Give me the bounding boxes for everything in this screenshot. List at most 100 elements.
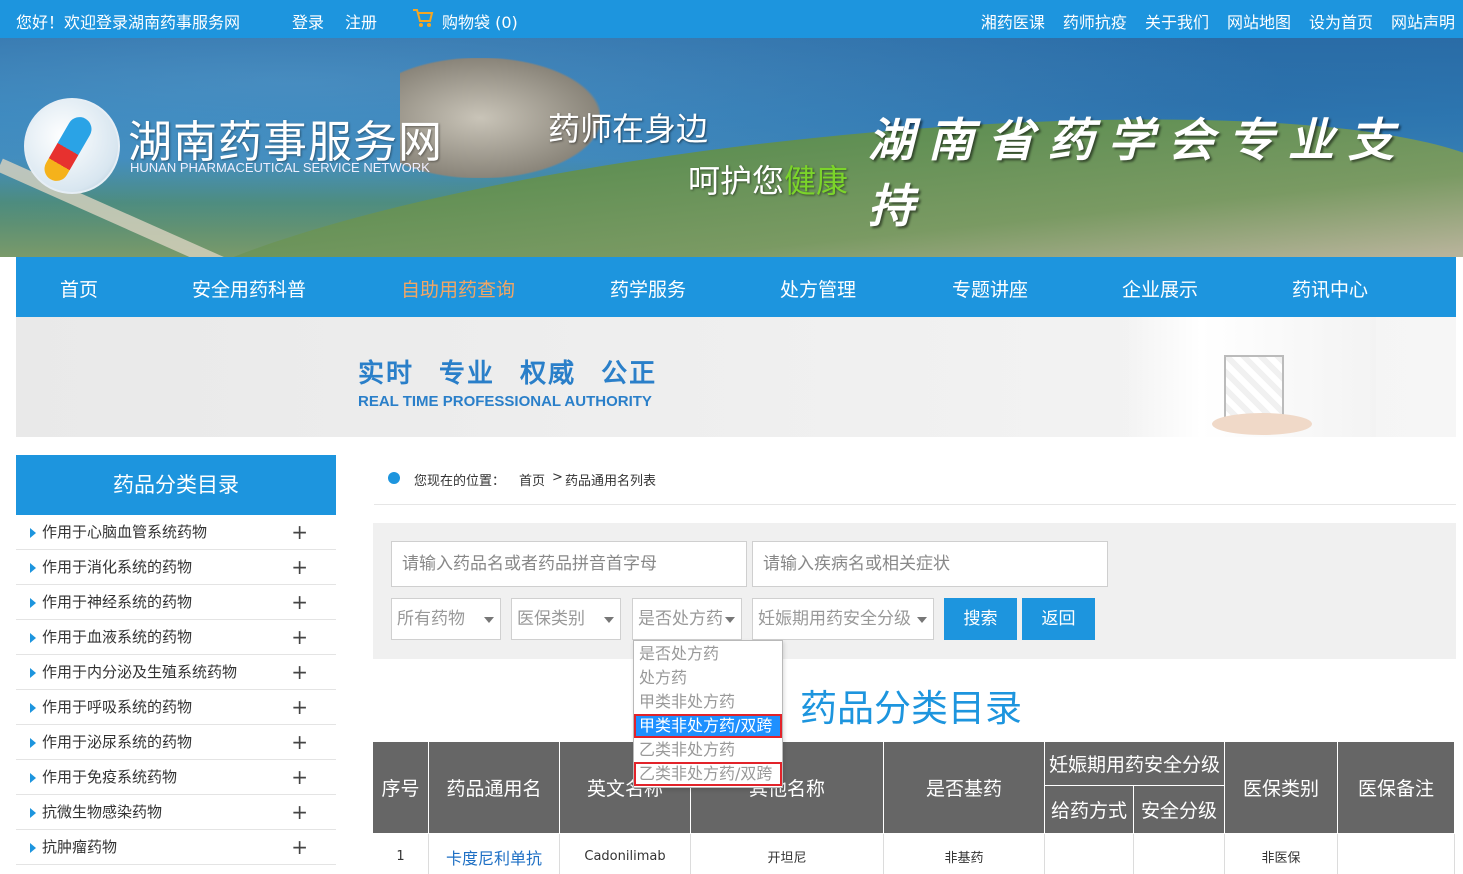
top-link-about[interactable]: 关于我们 <box>1145 9 1209 33</box>
banner-support-text: 湖南省药学会专业支持 <box>868 113 1408 233</box>
triangle-right-icon <box>30 668 36 678</box>
breadcrumb-separator: > <box>552 470 563 485</box>
triangle-right-icon <box>30 808 36 818</box>
expand-plus-icon[interactable]: + <box>291 830 308 865</box>
triangle-right-icon <box>30 738 36 748</box>
banner-slogan-2: 呵护您健康 <box>688 156 848 202</box>
pregnancy-safety-select[interactable]: 妊娠期用药安全分级 <box>752 598 934 640</box>
cell-insurance: 非医保 <box>1225 834 1338 874</box>
nav-news[interactable]: 药讯中心 <box>1292 275 1368 302</box>
register-link[interactable]: 注册 <box>345 9 377 33</box>
top-link-set-homepage[interactable]: 设为首页 <box>1309 9 1373 33</box>
nav-lectures[interactable]: 专题讲座 <box>952 275 1028 302</box>
insurance-select[interactable]: 医保类别 <box>511 598 621 640</box>
search-button[interactable]: 搜索 <box>944 598 1017 640</box>
hand-image <box>1212 413 1312 435</box>
header-index: 序号 <box>373 742 429 834</box>
top-link-xiangyao-course[interactable]: 湘药医课 <box>981 9 1045 33</box>
header-pregnancy-group: 妊娠期用药安全分级 <box>1045 742 1225 786</box>
slogan-2-highlight: 健康 <box>784 162 849 200</box>
dropdown-option[interactable]: 乙类非处方药 <box>634 738 782 762</box>
sub-banner: 实时 专业 权威 公正 REAL TIME PROFESSIONAL AUTHO… <box>16 317 1456 437</box>
header-generic-name: 药品通用名 <box>429 742 560 834</box>
sidebar-item[interactable]: 作用于泌尿系统的药物 + <box>16 725 336 760</box>
welcome-text: 您好！欢迎登录湖南药事服务网 <box>16 13 241 32</box>
top-link-pharmacist-epidemic[interactable]: 药师抗疫 <box>1063 9 1127 33</box>
nav-pharmacy-service[interactable]: 药学服务 <box>610 275 686 302</box>
sidebar-item-label: 作用于消化系统的药物 <box>42 558 193 576</box>
back-button[interactable]: 返回 <box>1022 598 1095 640</box>
sidebar-item[interactable]: 抗肿瘤药物 + <box>16 830 336 865</box>
expand-plus-icon[interactable]: + <box>291 620 308 655</box>
expand-plus-icon[interactable]: + <box>291 725 308 760</box>
main-nav: 首页 安全用药科普 自助用药查询 药学服务 处方管理 专题讲座 企业展示 药讯中… <box>16 257 1456 317</box>
all-drugs-select[interactable]: 所有药物 <box>391 598 501 640</box>
dropdown-option[interactable]: 是否处方药 <box>634 642 782 666</box>
expand-plus-icon[interactable]: + <box>291 550 308 585</box>
prescription-select[interactable]: 是否处方药 <box>632 598 742 640</box>
header-insurance: 医保类别 <box>1225 742 1338 834</box>
dropdown-option-boxed[interactable]: 乙类非处方药/双跨 <box>634 762 782 786</box>
molecule-model-icon <box>1224 355 1284 421</box>
site-english-name: HUNAN PHARMACEUTICAL SERVICE NETWORK <box>130 160 430 175</box>
sub-banner-slogan: 实时 专业 权威 公正 <box>358 359 658 389</box>
triangle-right-icon <box>30 633 36 643</box>
cart-icon[interactable] <box>412 8 434 28</box>
triangle-right-icon <box>30 598 36 608</box>
expand-plus-icon[interactable]: + <box>291 585 308 620</box>
dropdown-option[interactable]: 处方药 <box>634 666 782 690</box>
login-link[interactable]: 登录 <box>292 9 324 33</box>
sidebar-item[interactable]: 抗微生物感染药物 + <box>16 795 336 830</box>
expand-plus-icon[interactable]: + <box>291 760 308 795</box>
slogan-2-prefix: 呵护您 <box>688 162 785 200</box>
sidebar-item[interactable]: 作用于心脑血管系统药物 + <box>16 515 336 550</box>
triangle-right-icon <box>30 843 36 853</box>
select-value: 医保类别 <box>517 609 585 629</box>
prescription-dropdown-list: 是否处方药 处方药 甲类非处方药 甲类非处方药/双跨 乙类非处方药 乙类非处方药… <box>633 640 783 788</box>
sidebar-item-label: 作用于心脑血管系统药物 <box>42 523 208 541</box>
header-insurance-note: 医保备注 <box>1338 742 1455 834</box>
nav-self-query[interactable]: 自助用药查询 <box>401 275 515 302</box>
drug-search-input[interactable]: 请输入药品名或者药品拼音首字母 <box>391 541 747 587</box>
sidebar-item-label: 作用于内分泌及生殖系统药物 <box>42 663 238 681</box>
cell-generic-name-link[interactable]: 卡度尼利单抗 <box>429 834 560 874</box>
nav-safe-medication[interactable]: 安全用药科普 <box>192 275 306 302</box>
cell-index: 1 <box>373 834 429 874</box>
sidebar-title: 药品分类目录 <box>16 455 336 515</box>
top-link-statement[interactable]: 网站声明 <box>1391 9 1455 33</box>
cell-other-name: 开坦尼 <box>691 834 884 874</box>
expand-plus-icon[interactable]: + <box>291 795 308 830</box>
expand-plus-icon[interactable]: + <box>291 690 308 725</box>
sidebar-item[interactable]: 作用于免疫系统药物 + <box>16 760 336 795</box>
nav-prescription[interactable]: 处方管理 <box>780 275 856 302</box>
sidebar-item-label: 作用于神经系统的药物 <box>42 593 193 611</box>
disease-search-input[interactable]: 请输入疾病名或相关症状 <box>752 541 1108 587</box>
divider <box>374 504 1456 505</box>
sidebar-item[interactable]: 作用于消化系统的药物 + <box>16 550 336 585</box>
top-bar: 您好！欢迎登录湖南药事服务网 登录 注册 购物袋 (0) 湘药医课 药师抗疫 关… <box>0 0 1463 38</box>
breadcrumb-label: 您现在的位置： <box>414 474 506 489</box>
sidebar-item[interactable]: 作用于内分泌及生殖系统药物 + <box>16 655 336 690</box>
triangle-right-icon <box>30 703 36 713</box>
expand-plus-icon[interactable]: + <box>291 655 308 690</box>
catalog-title: 药品分类目录 <box>800 687 1022 730</box>
breadcrumb-current: 药品通用名列表 <box>565 474 657 489</box>
expand-plus-icon[interactable]: + <box>291 515 308 550</box>
dropdown-option-highlighted[interactable]: 甲类非处方药/双跨 <box>634 714 782 738</box>
dropdown-option[interactable]: 甲类非处方药 <box>634 690 782 714</box>
dropdown-arrow-icon <box>484 617 494 623</box>
sidebar-item[interactable]: 作用于神经系统的药物 + <box>16 585 336 620</box>
sidebar-item-label: 作用于血液系统的药物 <box>42 628 193 646</box>
header-banner: 湖南药事服务网 HUNAN PHARMACEUTICAL SERVICE NET… <box>0 38 1463 257</box>
nav-home[interactable]: 首页 <box>60 275 98 302</box>
dropdown-arrow-icon <box>604 617 614 623</box>
header-route: 给药方式 <box>1045 786 1134 834</box>
sidebar-item[interactable]: 作用于血液系统的药物 + <box>16 620 336 655</box>
cart-link[interactable]: 购物袋 (0) <box>442 9 518 33</box>
nav-enterprise[interactable]: 企业展示 <box>1122 275 1198 302</box>
sidebar-item[interactable]: 作用于呼吸系统的药物 + <box>16 690 336 725</box>
cell-insurance-note <box>1338 834 1455 874</box>
header-safety-level: 安全分级 <box>1134 786 1225 834</box>
breadcrumb-home[interactable]: 首页 <box>519 470 545 489</box>
top-link-sitemap[interactable]: 网站地图 <box>1227 9 1291 33</box>
